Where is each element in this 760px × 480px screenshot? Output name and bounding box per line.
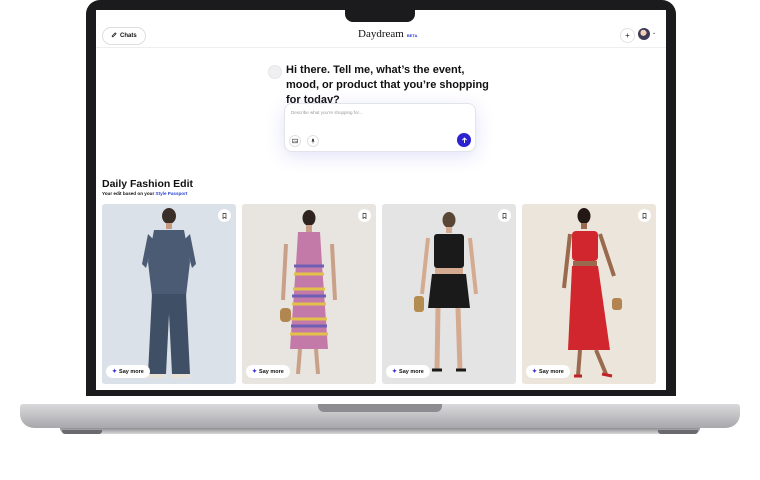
say-more-button[interactable]: ✦ Say more [106, 365, 150, 378]
search-input-box[interactable]: Describe what you’re shopping for... [284, 103, 476, 152]
product-card[interactable]: ✦ Say more [102, 204, 236, 384]
app-header: Chats Daydream BETA + ⌄ [96, 24, 666, 46]
bookmark-icon [642, 212, 647, 219]
arrow-up-icon [461, 136, 467, 143]
laptop-foot [62, 430, 102, 434]
say-more-label: Say more [399, 368, 424, 375]
sparkle-icon: ✦ [532, 369, 538, 375]
say-more-label: Say more [539, 368, 564, 375]
product-image [522, 204, 656, 384]
greeting-heading: Hi there. Tell me, what’s the event, moo… [286, 64, 489, 106]
bookmark-button[interactable] [218, 209, 231, 222]
product-image [242, 204, 376, 384]
bookmark-icon [362, 212, 367, 219]
laptop-base-underside [60, 428, 700, 434]
section-subtitle-text: Your edit based on your [102, 191, 156, 196]
style-passport-link[interactable]: Style Passport [156, 191, 188, 196]
product-image [382, 204, 516, 384]
avatar[interactable] [638, 28, 650, 40]
image-upload-button[interactable] [289, 135, 301, 147]
voice-input-button[interactable] [307, 135, 319, 147]
laptop-frame: Chats Daydream BETA + ⌄ Hi there. Tell m… [0, 0, 760, 480]
laptop-foot [658, 430, 698, 434]
brand-name: Daydream [358, 28, 404, 40]
sparkle-icon: ✦ [252, 369, 258, 375]
app-screen: Chats Daydream BETA + ⌄ Hi there. Tell m… [96, 10, 666, 390]
camera-notch [345, 8, 415, 22]
sparkle-icon: ✦ [112, 369, 118, 375]
product-card[interactable]: ✦ Say more [382, 204, 516, 384]
chats-button[interactable]: Chats [102, 27, 146, 45]
section-title: Daily Fashion Edit [102, 178, 194, 190]
image-icon [292, 138, 298, 144]
chats-label: Chats [120, 33, 137, 39]
send-button[interactable] [457, 133, 471, 147]
say-more-button[interactable]: ✦ Say more [526, 365, 570, 378]
bookmark-icon [222, 212, 227, 219]
say-more-label: Say more [259, 368, 284, 375]
bookmark-icon [502, 212, 507, 219]
product-card[interactable]: ✦ Say more [522, 204, 656, 384]
new-chat-button[interactable]: + [620, 28, 635, 43]
bookmark-button[interactable] [638, 209, 651, 222]
pencil-icon [111, 32, 117, 40]
product-card[interactable]: ✦ Say more [242, 204, 376, 384]
assistant-icon [268, 65, 282, 79]
say-more-button[interactable]: ✦ Say more [246, 365, 290, 378]
brand-logo[interactable]: Daydream BETA [358, 28, 417, 40]
bookmark-button[interactable] [358, 209, 371, 222]
say-more-label: Say more [119, 368, 144, 375]
section-subtitle: Your edit based on your Style Passport [102, 191, 187, 196]
fashion-cards: ✦ Say more ✦ Say more ✦ Say more ✦ Say m… [102, 204, 658, 384]
chevron-down-icon[interactable]: ⌄ [652, 30, 656, 36]
say-more-button[interactable]: ✦ Say more [386, 365, 430, 378]
header-divider [96, 47, 666, 48]
beta-badge: BETA [406, 33, 418, 38]
bookmark-button[interactable] [498, 209, 511, 222]
laptop-opening-notch [318, 404, 442, 412]
microphone-icon [311, 138, 315, 144]
search-input[interactable]: Describe what you’re shopping for... [291, 110, 363, 115]
sparkle-icon: ✦ [392, 369, 398, 375]
product-image [102, 204, 236, 384]
